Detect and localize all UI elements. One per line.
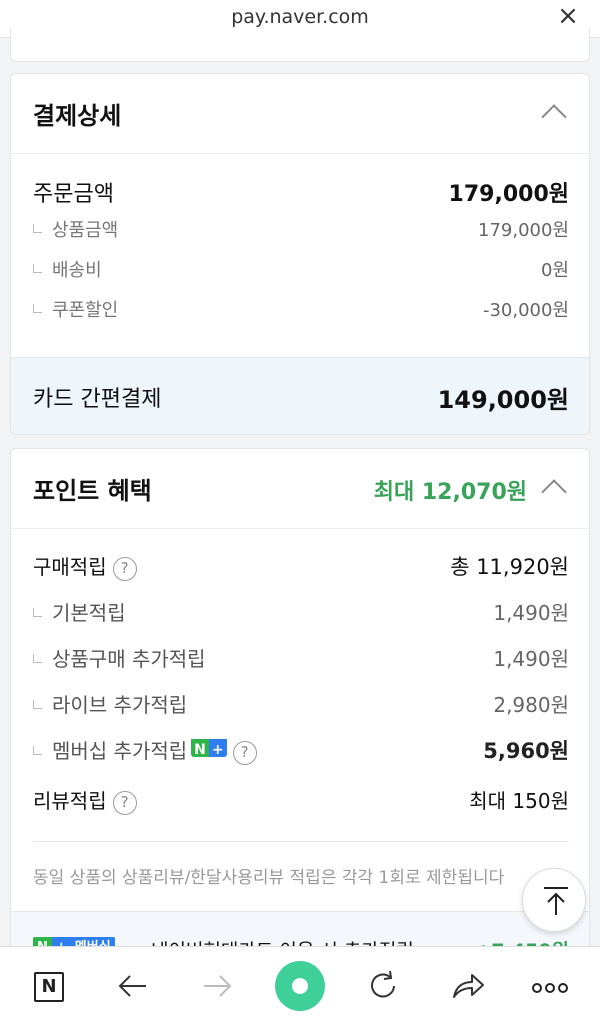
- list-item: 상품금액 179,000원: [11, 216, 589, 256]
- review-points-value: 최대 150원: [469, 789, 569, 813]
- review-note: 동일 상품의 상품리뷰/한달사용리뷰 적립은 각각 1회로 제한됩니다: [33, 868, 505, 888]
- green-dot-button[interactable]: [275, 961, 325, 1011]
- list-item: 상품구매 추가적립 1,490원: [11, 643, 589, 689]
- forward-button[interactable]: [192, 961, 242, 1011]
- arrow-left-icon: [118, 975, 146, 997]
- total-row: 카드 간편결제 149,000원: [11, 357, 589, 434]
- scroll-top-button[interactable]: [522, 868, 586, 932]
- sub-item-corner-icon: [33, 654, 42, 663]
- item-label: 상품구매 추가적립: [52, 647, 206, 671]
- item-value: 2,980원: [493, 693, 569, 717]
- total-label: 카드 간편결제: [33, 387, 162, 412]
- review-points-label: 리뷰적립: [33, 789, 107, 813]
- points-header[interactable]: 포인트 혜택 최대 12,070원: [11, 449, 589, 529]
- naver-plus-badge: N +: [191, 735, 227, 757]
- list-item: 라이브 추가적립 2,980원: [11, 689, 589, 735]
- points-card: 포인트 혜택 최대 12,070원 구매적립? 총 11,920원 기본적립 1…: [10, 448, 590, 968]
- purchase-points-row: 구매적립? 총 11,920원: [11, 551, 589, 597]
- item-value: 0원: [540, 260, 569, 281]
- help-icon[interactable]: ?: [112, 791, 137, 815]
- purchase-points-label: 구매적립: [33, 555, 107, 579]
- points-title: 포인트 혜택: [33, 477, 152, 505]
- chevron-up-icon[interactable]: [539, 473, 569, 503]
- review-points-row: 리뷰적립? 최대 150원: [11, 785, 589, 831]
- plus-icon: +: [208, 739, 227, 757]
- share-button[interactable]: [442, 961, 492, 1011]
- back-button[interactable]: [108, 961, 158, 1011]
- browser-bottom-bar: N: [0, 946, 600, 1026]
- order-amount-row: 주문금액 179,000원: [11, 176, 589, 216]
- list-item: 배송비 0원: [11, 256, 589, 296]
- help-icon[interactable]: ?: [232, 741, 257, 765]
- points-max-value: 최대 12,070원: [373, 480, 527, 505]
- item-label: 기본적립: [52, 601, 126, 625]
- reload-icon: [371, 970, 395, 998]
- item-label: 멤버십 추가적립: [52, 739, 188, 763]
- divider: [33, 841, 569, 842]
- payment-detail-title: 결제상세: [33, 102, 122, 130]
- sub-item-corner-icon: [33, 304, 42, 313]
- item-value: 5,960원: [483, 739, 569, 763]
- list-item: 멤버십 추가적립 N +? 5,960원: [11, 735, 589, 785]
- naver-home-button[interactable]: N: [24, 961, 74, 1011]
- naver-n-icon: N: [191, 739, 209, 757]
- more-dots-icon: [532, 983, 571, 996]
- order-amount-label: 주문금액: [33, 182, 114, 207]
- help-icon[interactable]: ?: [112, 557, 137, 581]
- sub-item-corner-icon: [33, 700, 42, 709]
- arrow-right-icon: [204, 975, 232, 997]
- sub-item-corner-icon: [33, 746, 42, 755]
- close-icon[interactable]: ×: [554, 2, 582, 30]
- url-text[interactable]: pay.naver.com: [0, 6, 600, 28]
- order-amount-value: 179,000원: [448, 182, 569, 207]
- list-item: 기본적립 1,490원: [11, 597, 589, 643]
- green-circle-icon: [275, 961, 325, 1011]
- payment-detail-card: 결제상세 주문금액 179,000원 상품금액 179,000원 배송비 0원 …: [10, 73, 590, 435]
- item-value: 1,490원: [493, 601, 569, 625]
- item-value: 179,000원: [478, 220, 569, 241]
- item-label: 라이브 추가적립: [52, 693, 188, 717]
- item-value: 1,490원: [493, 647, 569, 671]
- item-label: 상품금액: [52, 220, 119, 241]
- share-arrow-icon: [453, 974, 484, 998]
- item-label: 쿠폰할인: [52, 300, 119, 321]
- reload-button[interactable]: [358, 961, 408, 1011]
- previous-card: [10, 28, 590, 62]
- item-value: -30,000원: [482, 300, 569, 321]
- naver-n-logo-icon: N: [34, 972, 64, 1002]
- total-value: 149,000원: [437, 386, 569, 414]
- more-button[interactable]: [526, 961, 576, 1011]
- sub-item-corner-icon: [33, 608, 42, 617]
- sub-item-corner-icon: [33, 264, 42, 273]
- sub-item-corner-icon: [33, 224, 42, 233]
- arrow-up-to-top-icon: [544, 887, 568, 915]
- chevron-up-icon[interactable]: [539, 98, 569, 128]
- purchase-points-value: 총 11,920원: [450, 555, 569, 579]
- payment-detail-header[interactable]: 결제상세: [11, 74, 589, 154]
- item-label: 배송비: [52, 260, 102, 281]
- list-item: 쿠폰할인 -30,000원: [11, 296, 589, 336]
